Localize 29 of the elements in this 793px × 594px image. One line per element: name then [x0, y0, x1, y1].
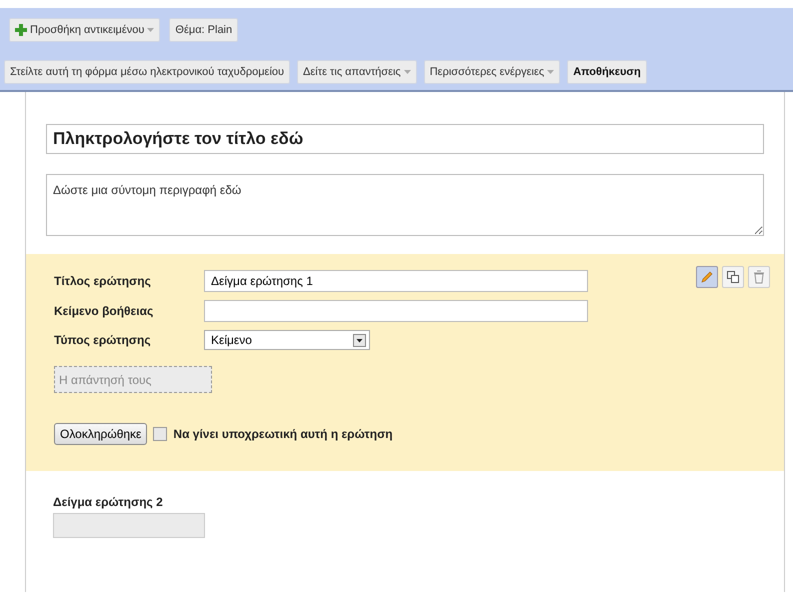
dropdown-caret-icon [353, 334, 366, 346]
caret-icon [404, 70, 411, 74]
done-button[interactable]: Ολοκληρώθηκε [54, 423, 148, 445]
form-title-field[interactable]: Πληκτρολογήστε τον τίτλο εδώ [46, 124, 764, 154]
caret-icon [147, 28, 154, 32]
copy-icon [726, 270, 740, 284]
question-type-label: Τύπος ερώτησης [54, 333, 152, 347]
required-checkbox[interactable] [153, 427, 168, 441]
trash-icon [752, 270, 766, 284]
question-type-dropdown[interactable]: Κείμενο [204, 330, 370, 350]
question-title: Δείγμα ερώτησης 2 [53, 495, 164, 509]
pencil-icon [700, 270, 714, 284]
required-label: Να γίνει υποχρεωτική αυτή η ερώτηση [173, 427, 393, 441]
duplicate-button[interactable] [722, 266, 744, 288]
help-text-field[interactable] [204, 300, 588, 322]
question-title-label: Τίτλος ερώτησης [54, 274, 152, 288]
plus-icon [15, 24, 27, 36]
answer-field[interactable] [53, 513, 205, 538]
toolbar-button[interactable]: Στείλτε αυτή τη φόρμα μέσω ηλεκτρονικού ταχυδρομείου [4, 60, 290, 84]
help-text-label: Κείμενο βοήθειας [54, 304, 154, 318]
answer-preview-field[interactable]: Η απάντησή τους [54, 366, 212, 393]
question-title-field[interactable]: Δείγμα ερώτησης 1 [204, 270, 588, 292]
toolbar-button[interactable]: Προσθήκη αντικειμένου [9, 18, 160, 42]
toolbar-button[interactable]: Αποθήκευση [567, 60, 647, 84]
toolbar-button[interactable]: Περισσότερες ενέργειες [424, 60, 560, 84]
form-description-field[interactable]: Δώστε μια σύντομη περιγραφή εδώ [46, 174, 764, 236]
caret-icon [547, 70, 554, 74]
toolbar-button[interactable]: Θέμα: Plain [169, 18, 238, 42]
toolbar-button[interactable]: Δείτε τις απαντήσεις [297, 60, 417, 84]
